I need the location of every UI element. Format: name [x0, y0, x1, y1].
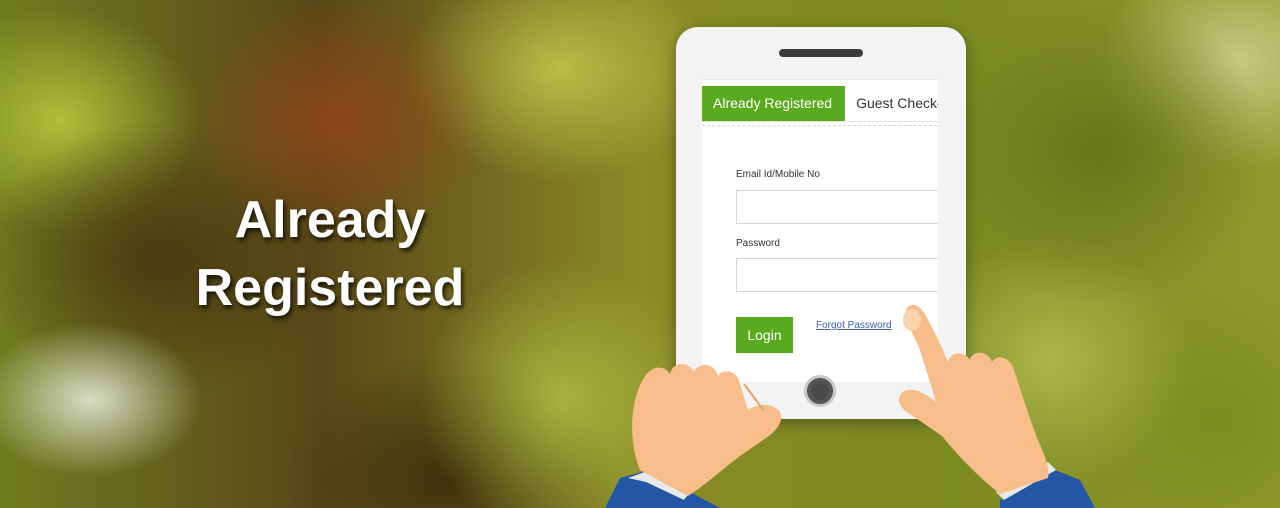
login-tabs: Already Registered Guest Checkout: [702, 86, 938, 122]
password-label: Password: [736, 238, 780, 249]
tablet-speaker-icon: [779, 49, 863, 57]
tab-already-registered[interactable]: Already Registered: [702, 86, 846, 121]
password-field[interactable]: [736, 258, 938, 292]
login-screen: Already Registered Guest Checkout Email …: [702, 79, 938, 382]
email-field[interactable]: [736, 190, 938, 224]
login-button[interactable]: Login: [736, 317, 793, 353]
email-label: Email Id/Mobile No: [736, 169, 820, 180]
tab-divider: [702, 125, 938, 126]
tab-guest-checkout[interactable]: Guest Checkout: [845, 86, 938, 121]
signup-link[interactable]: p: [914, 320, 920, 331]
forgot-password-link[interactable]: Forgot Password: [816, 320, 892, 331]
headline-line-1: Already: [234, 191, 426, 249]
headline-line-2: Registered: [195, 259, 465, 317]
home-button-icon[interactable]: [804, 375, 836, 407]
banner-headline: Already Registered: [150, 186, 510, 322]
tablet-device: Already Registered Guest Checkout Email …: [676, 27, 966, 419]
